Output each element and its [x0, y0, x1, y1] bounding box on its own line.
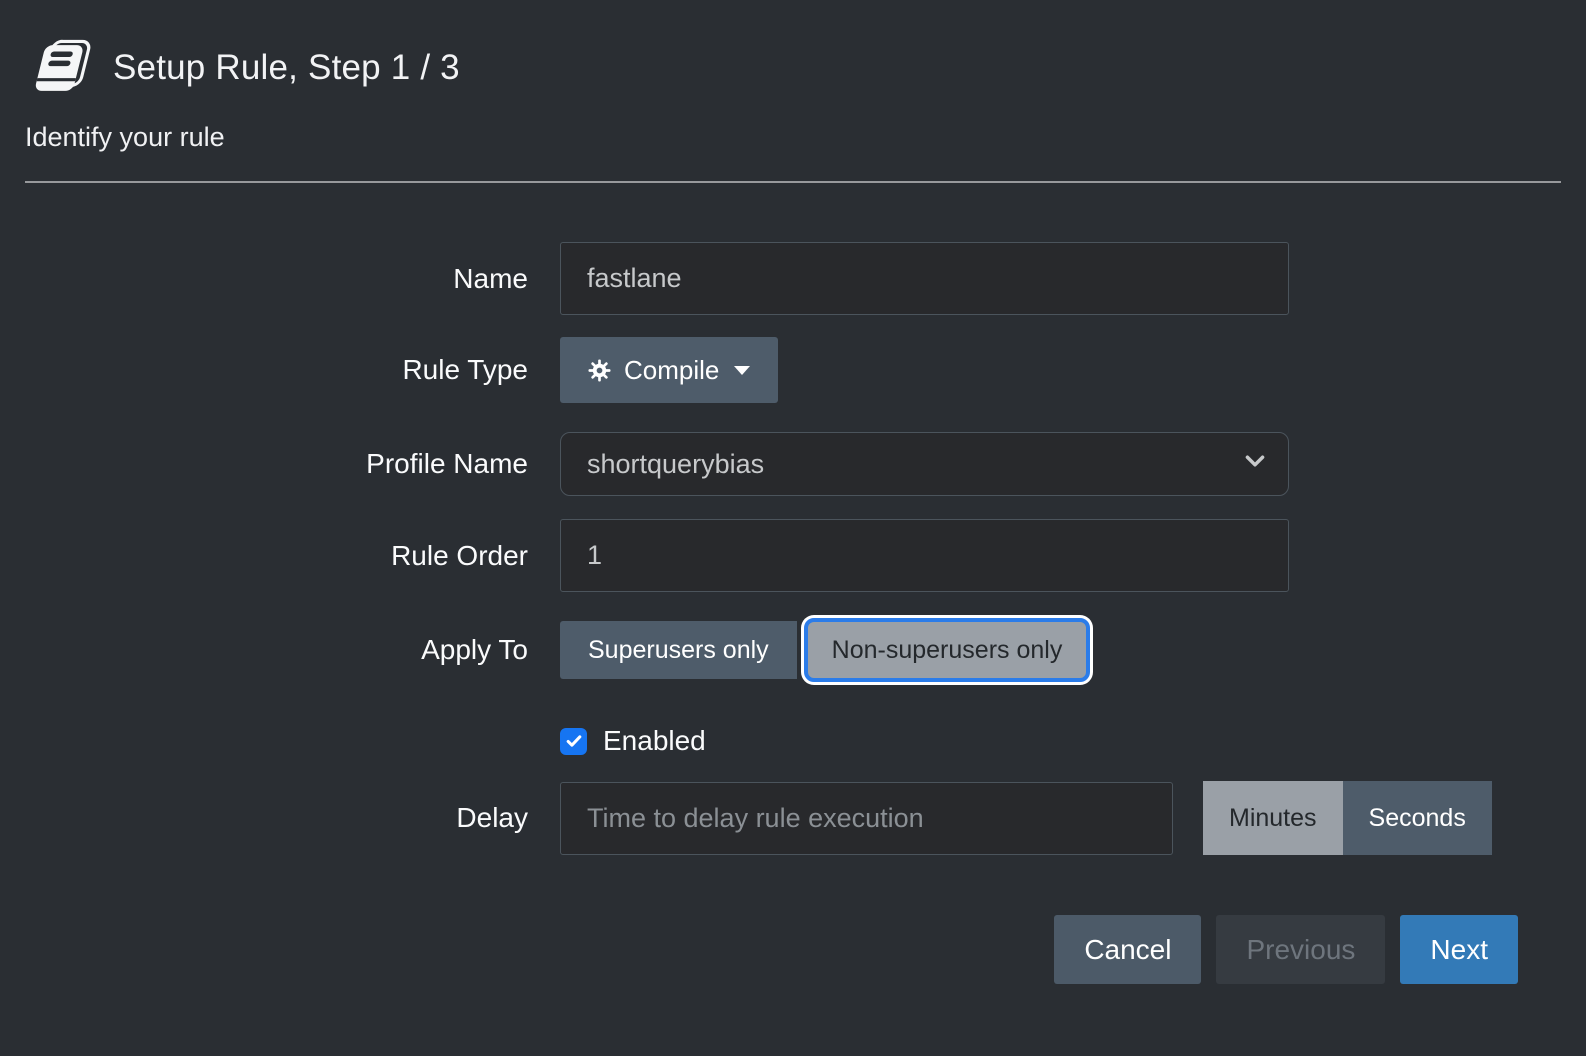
delay-label: Delay	[0, 802, 528, 834]
rule-order-label: Rule Order	[0, 540, 528, 572]
footer: Cancel Previous Next	[0, 915, 1586, 984]
next-button[interactable]: Next	[1400, 915, 1518, 984]
header: Setup Rule, Step 1 / 3 Identify your rul…	[0, 0, 1586, 183]
enabled-checkbox[interactable]	[560, 728, 587, 755]
enabled-row: Enabled	[0, 725, 1586, 757]
checkmark-icon	[564, 731, 584, 751]
enabled-label: Enabled	[603, 725, 706, 757]
profile-name-label: Profile Name	[0, 448, 528, 480]
rule-order-input[interactable]	[560, 519, 1289, 592]
delay-unit-seconds-button[interactable]: Seconds	[1343, 781, 1492, 855]
profile-name-select[interactable]: shortquerybias	[560, 432, 1289, 496]
cancel-button[interactable]: Cancel	[1054, 915, 1201, 984]
gear-icon	[588, 359, 611, 382]
page-title: Setup Rule, Step 1 / 3	[113, 48, 460, 88]
delay-unit-minutes-button[interactable]: Minutes	[1203, 781, 1343, 855]
page-subtitle: Identify your rule	[25, 122, 1561, 153]
divider	[25, 181, 1561, 183]
name-row: Name	[0, 242, 1586, 315]
apply-to-label: Apply To	[0, 634, 528, 666]
apply-to-non-superusers-button[interactable]: Non-superusers only	[804, 618, 1091, 682]
rule-type-dropdown-button[interactable]: Compile	[560, 337, 778, 403]
rule-type-row: Rule Type	[0, 337, 1586, 403]
previous-button[interactable]: Previous	[1216, 915, 1385, 984]
rule-type-label: Rule Type	[0, 354, 528, 386]
setup-rule-panel: Setup Rule, Step 1 / 3 Identify your rul…	[0, 0, 1586, 1056]
chevron-down-icon	[1242, 448, 1268, 481]
delay-input[interactable]	[560, 782, 1173, 855]
profile-name-row: Profile Name shortquerybias	[0, 432, 1586, 496]
apply-to-row: Apply To Superusers only Non-superusers …	[0, 618, 1586, 682]
delay-row: Delay Minutes Seconds	[0, 781, 1586, 855]
delay-unit-group: Minutes Seconds	[1203, 781, 1492, 855]
caret-down-icon	[734, 366, 750, 375]
rule-form: Name Rule Type	[0, 242, 1586, 855]
book-icon	[25, 38, 91, 98]
profile-name-selected-value: shortquerybias	[587, 449, 764, 480]
apply-to-superusers-button[interactable]: Superusers only	[560, 621, 797, 679]
rule-order-row: Rule Order	[0, 519, 1586, 592]
rule-type-button-label: Compile	[624, 355, 719, 386]
name-input[interactable]	[560, 242, 1289, 315]
name-label: Name	[0, 263, 528, 295]
